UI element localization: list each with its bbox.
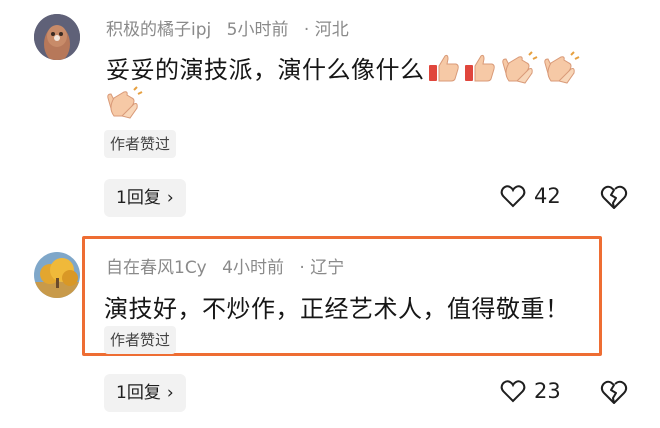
- comment-text-body: 妥妥的演技派，演什么像什么: [106, 56, 425, 84]
- location: · 河北: [303, 20, 349, 40]
- view-replies-button[interactable]: 1回复 ›: [104, 374, 186, 412]
- username[interactable]: 积极的橘子ipj: [106, 20, 211, 40]
- like-count: 42: [534, 184, 561, 208]
- clapping-hands-icon: [104, 86, 144, 124]
- broken-heart-icon: [600, 380, 628, 404]
- author-liked-badge: 作者赞过: [104, 326, 177, 354]
- timestamp: 5小时前: [226, 20, 289, 40]
- clapping-hands-icon: [541, 51, 581, 91]
- timestamp: 4小时前: [222, 258, 284, 278]
- author-liked-badge: 作者赞过: [104, 130, 177, 158]
- dislike-button[interactable]: [600, 379, 628, 409]
- like-button[interactable]: 42: [500, 184, 561, 208]
- comment-text: 妥妥的演技派，演什么像什么: [106, 50, 581, 91]
- avatar[interactable]: [34, 14, 80, 60]
- broken-heart-icon: [600, 185, 628, 209]
- location: · 辽宁: [299, 258, 345, 278]
- comment-meta: 自在春风1Cy 4小时前 · 辽宁: [106, 253, 354, 278]
- reply-count-label: 1回复: [116, 188, 161, 208]
- heart-icon: [500, 185, 526, 208]
- dislike-button[interactable]: [600, 184, 628, 214]
- chevron-right-icon: ›: [166, 188, 174, 208]
- like-button[interactable]: 23: [500, 379, 561, 403]
- clapping-hands-icon: [499, 51, 539, 91]
- like-count: 23: [534, 379, 561, 403]
- heart-icon: [500, 380, 526, 403]
- reply-count-label: 1回复: [116, 383, 161, 403]
- view-replies-button[interactable]: 1回复 ›: [104, 179, 186, 217]
- avatar[interactable]: [34, 252, 80, 298]
- chevron-right-icon: ›: [166, 383, 174, 403]
- comment-meta: 积极的橘子ipj 5小时前 · 河北: [106, 15, 359, 40]
- comment-text: 演技好，不炒作，正经艺术人，值得敬重！: [104, 295, 570, 323]
- thumbs-up-icon: [463, 51, 497, 91]
- thumbs-up-icon: [427, 51, 461, 91]
- avatar-image: [34, 252, 80, 298]
- avatar-image: [34, 14, 80, 60]
- username[interactable]: 自在春风1Cy: [106, 258, 207, 278]
